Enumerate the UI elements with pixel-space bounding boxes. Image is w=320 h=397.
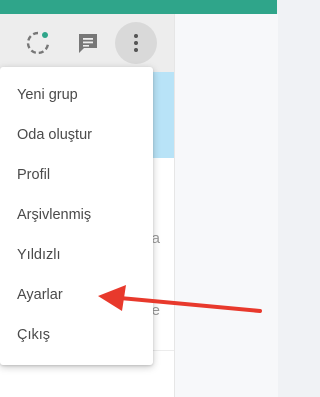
selected-chat-highlight	[150, 72, 174, 158]
menu-item-logout[interactable]: Çıkış	[0, 315, 153, 355]
menu-item-profile[interactable]: Profil	[0, 155, 153, 195]
menu-item-new-group[interactable]: Yeni grup	[0, 75, 153, 115]
options-dropdown-menu: Yeni grup Oda oluştur Profil Arşivlenmiş…	[0, 67, 153, 365]
chat-row[interactable]	[150, 158, 174, 211]
status-icon[interactable]	[25, 30, 51, 56]
chat-row[interactable]: a	[150, 210, 174, 281]
chat-icon[interactable]	[75, 30, 101, 56]
menu-item-settings[interactable]: Ayarlar	[0, 275, 153, 315]
chat-row[interactable]: e	[150, 280, 174, 351]
more-vertical-icon[interactable]	[115, 22, 157, 64]
menu-item-archived[interactable]: Arşivlenmiş	[0, 195, 153, 235]
menu-item-starred[interactable]: Yıldızlı	[0, 235, 153, 275]
menu-item-create-room[interactable]: Oda oluştur	[0, 115, 153, 155]
conversation-panel	[174, 14, 278, 397]
top-accent-strip	[0, 0, 277, 14]
